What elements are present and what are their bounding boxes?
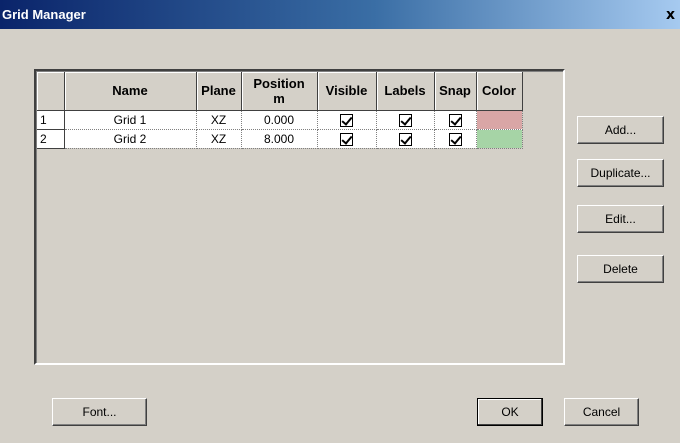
- table-row[interactable]: 1 Grid 1 XZ 0.000: [37, 110, 523, 130]
- column-header-visible[interactable]: Visible: [317, 72, 377, 111]
- snap-checkbox[interactable]: [448, 113, 462, 127]
- close-icon[interactable]: x: [666, 8, 680, 22]
- column-header-snap[interactable]: Snap: [434, 72, 477, 111]
- cell-plane[interactable]: XZ: [196, 129, 242, 149]
- cell-position[interactable]: 0.000: [241, 110, 318, 130]
- visible-checkbox[interactable]: [340, 113, 353, 127]
- cell-labels[interactable]: [376, 129, 435, 149]
- row-number[interactable]: 2: [37, 129, 65, 149]
- add-button[interactable]: Add...: [577, 116, 664, 144]
- color-swatch[interactable]: [476, 110, 522, 129]
- cell-snap[interactable]: [434, 129, 477, 149]
- cell-visible[interactable]: [317, 110, 377, 130]
- cell-snap[interactable]: [434, 110, 477, 130]
- snap-checkbox[interactable]: [448, 132, 462, 146]
- cell-position[interactable]: 8.000: [241, 129, 318, 149]
- labels-checkbox[interactable]: [398, 132, 412, 146]
- cell-visible[interactable]: [317, 129, 377, 149]
- window-title: Grid Manager: [2, 7, 86, 22]
- cell-color[interactable]: [476, 110, 523, 130]
- cell-name[interactable]: Grid 1: [64, 110, 197, 130]
- grid-table-frame: Name Plane Position m Visible Labels Sna…: [34, 69, 565, 365]
- cell-name[interactable]: Grid 2: [64, 129, 197, 149]
- table-header-row: Name Plane Position m Visible Labels Sna…: [37, 72, 523, 111]
- column-header-name[interactable]: Name: [64, 72, 197, 111]
- column-header-labels[interactable]: Labels: [376, 72, 435, 111]
- visible-checkbox[interactable]: [340, 132, 353, 146]
- column-header-plane[interactable]: Plane: [196, 72, 242, 111]
- ok-button[interactable]: OK: [477, 398, 543, 426]
- cell-labels[interactable]: [376, 110, 435, 130]
- row-number[interactable]: 1: [37, 110, 65, 130]
- table-row[interactable]: 2 Grid 2 XZ 8.000: [37, 129, 523, 149]
- cancel-button[interactable]: Cancel: [564, 398, 639, 426]
- column-header-position[interactable]: Position m: [241, 72, 318, 111]
- font-button[interactable]: Font...: [52, 398, 147, 426]
- edit-button[interactable]: Edit...: [577, 205, 664, 233]
- duplicate-button[interactable]: Duplicate...: [577, 159, 664, 187]
- labels-checkbox[interactable]: [398, 113, 412, 127]
- corner-header: [37, 72, 65, 111]
- cell-plane[interactable]: XZ: [196, 110, 242, 130]
- column-header-color[interactable]: Color: [476, 72, 523, 111]
- color-swatch[interactable]: [476, 129, 522, 148]
- grid-table: Name Plane Position m Visible Labels Sna…: [37, 72, 523, 149]
- cell-color[interactable]: [476, 129, 523, 149]
- delete-button[interactable]: Delete: [577, 255, 664, 283]
- title-bar: Grid Manager x: [0, 0, 680, 29]
